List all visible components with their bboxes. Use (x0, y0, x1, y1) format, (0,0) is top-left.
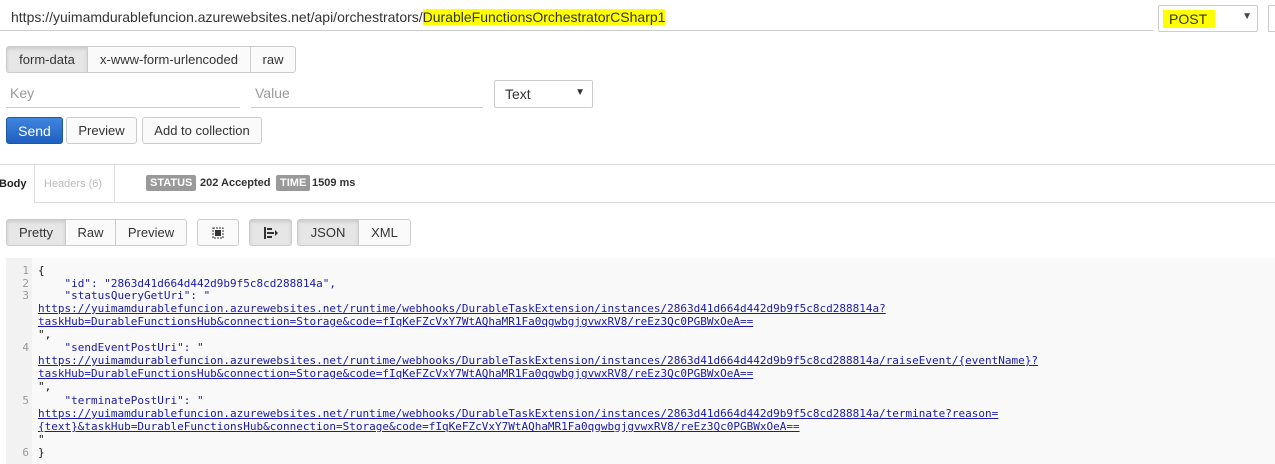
code-line: "sendEventPostUri": " (38, 341, 204, 354)
tab-x-www-form-urlencoded[interactable]: x-www-form-urlencoded (87, 46, 251, 73)
line-number: 4 (22, 341, 29, 354)
line-number: 5 (22, 394, 29, 407)
send-button[interactable]: Send (6, 117, 63, 144)
code-line: } (38, 446, 45, 459)
time-value: 1509 ms (312, 177, 356, 189)
wrap-icon (212, 227, 224, 238)
status-badge: STATUS (146, 175, 197, 191)
method-label: POST (1163, 10, 1216, 28)
value-placeholder: Value (255, 85, 290, 101)
tab-body[interactable]: Body (0, 165, 35, 203)
time-badge: TIME (276, 175, 311, 191)
status-query-link[interactable]: https://yuimamdurablefuncion.azurewebsit… (38, 302, 886, 315)
url-input[interactable]: https://yuimamdurablefuncion.azurewebsit… (0, 0, 1153, 31)
line-number: 1 (22, 264, 29, 277)
tab-form-data[interactable]: form-data (6, 46, 88, 73)
response-body: 1 2 3 4 5 6 { "id": "2863d41d664d442d9b9… (6, 258, 1275, 464)
url-prefix: https://yuimamdurablefuncion.azurewebsit… (11, 9, 423, 25)
tab-pretty[interactable]: Pretty (6, 219, 66, 246)
url-text: https://yuimamdurablefuncion.azurewebsit… (11, 9, 666, 25)
terminate-link[interactable]: {text}&taskHub=DurableFunctionsHub&conne… (38, 420, 800, 433)
add-to-collection-button[interactable]: Add to collection (142, 117, 262, 144)
code-line: ", (38, 380, 52, 393)
line-gutter: 1 2 3 4 5 6 (6, 258, 32, 464)
status-value: 202 Accepted (200, 177, 271, 189)
send-event-link[interactable]: taskHub=DurableFunctionsHub&connection=S… (38, 367, 753, 380)
terminate-link[interactable]: https://yuimamdurablefuncion.azurewebsit… (38, 407, 998, 420)
code-line: "terminatePostUri": " (38, 394, 204, 407)
type-select-value: Text (505, 86, 531, 102)
type-select[interactable]: Text ▼ (494, 80, 593, 108)
divider (0, 164, 1275, 165)
language-tabs: JSON XML (297, 219, 411, 246)
tab-raw-view[interactable]: Raw (65, 219, 116, 246)
key-placeholder: Key (10, 85, 35, 101)
method-select[interactable]: POST ▼ (1158, 5, 1258, 32)
tab-json[interactable]: JSON (297, 219, 359, 246)
tab-xml[interactable]: XML (358, 219, 411, 246)
wrap-button[interactable] (197, 219, 239, 246)
caret-down-icon: ▼ (575, 87, 585, 98)
line-number: 3 (22, 289, 29, 302)
format-button[interactable] (249, 219, 292, 246)
view-mode-tabs: Pretty Raw Preview (6, 219, 187, 246)
code-line: { (38, 264, 45, 277)
caret-down-icon: ▼ (1242, 11, 1252, 22)
tab-headers[interactable]: Headers (6) (35, 165, 115, 203)
code-line: " (38, 433, 45, 446)
preview-button[interactable]: Preview (66, 117, 137, 144)
tab-raw[interactable]: raw (250, 46, 296, 73)
body-mode-tabs: form-data x-www-form-urlencoded raw (6, 46, 296, 73)
send-event-link[interactable]: https://yuimamdurablefuncion.azurewebsit… (38, 354, 1038, 367)
status-query-link[interactable]: taskHub=DurableFunctionsHub&connection=S… (38, 315, 753, 328)
code-line: "statusQueryGetUri": " (38, 289, 211, 302)
value-input[interactable]: Value (251, 79, 483, 108)
code-line: ", (38, 328, 52, 341)
tab-preview[interactable]: Preview (115, 219, 187, 246)
url-highlight: DurableFunctionsOrchestratorCSharp1 (422, 9, 666, 25)
tab-headers-label: Headers (6) (44, 178, 103, 190)
url-params-button[interactable] (1268, 5, 1275, 32)
line-number: 6 (22, 446, 29, 459)
divider (115, 202, 1275, 203)
format-icon (263, 226, 278, 239)
key-input[interactable]: Key (6, 79, 240, 108)
tab-body-label: Body (0, 178, 27, 190)
